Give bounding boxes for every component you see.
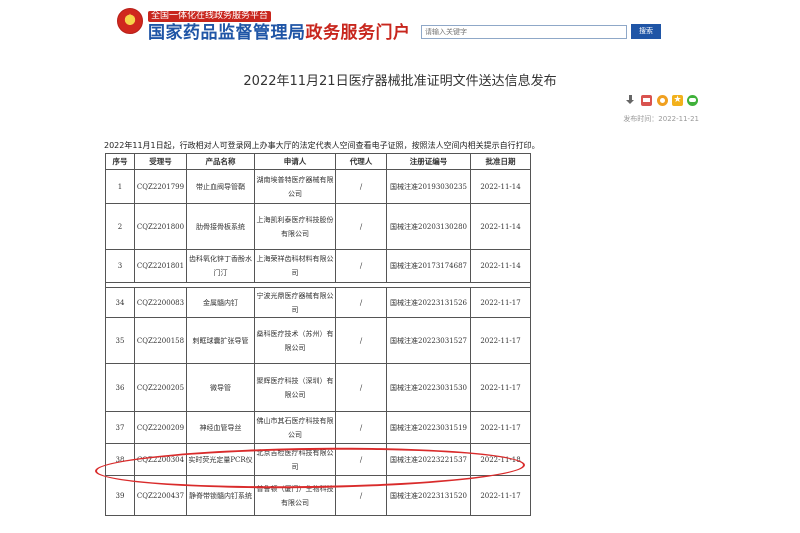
cell-agent: / <box>335 411 387 444</box>
col-header-date: 批准日期 <box>470 153 531 170</box>
col-header-cert: 注册证编号 <box>386 153 471 170</box>
cell-accept: CQZ2201800 <box>134 203 187 250</box>
table-row: 3 CQZ2201801 齿科氧化锌丁香酚水门汀 上海荣祥齿科材料有限公司 / … <box>105 249 531 283</box>
cell-agent: / <box>335 363 387 412</box>
cell-no: 38 <box>105 443 135 476</box>
table-row-highlighted: 38 CQZ2200304 实时荧光定量PCR仪 北京吉检医疗科技有限公司 / … <box>105 443 531 476</box>
cell-cert: 国械注准20223221537 <box>386 443 471 476</box>
table-row: 2 CQZ2201800 肋骨接骨板系统 上海凯利泰医疗科技股份有限公司 / 国… <box>105 203 531 250</box>
table-row: 36 CQZ2200205 微导管 聚辉医疗科技（深圳）有限公司 / 国械注准2… <box>105 363 531 412</box>
search-input[interactable] <box>421 25 627 39</box>
cell-agent: / <box>335 287 387 318</box>
cell-agent: / <box>335 203 387 250</box>
cell-no: 34 <box>105 287 135 318</box>
table-row: 35 CQZ2200158 刺眶球囊扩张导管 燊科医疗技术（苏州）有限公司 / … <box>105 317 531 364</box>
wechat-icon[interactable] <box>687 95 698 106</box>
table-header-row: 序号 受理号 产品名称 申请人 代理人 注册证编号 批准日期 <box>105 153 531 170</box>
cell-applicant: 普鲁顿（厦门）生物科技有限公司 <box>254 475 336 516</box>
cell-no: 35 <box>105 317 135 364</box>
col-header-accept: 受理号 <box>134 153 187 170</box>
cell-accept: CQZ2201801 <box>134 249 187 283</box>
cell-date: 2022-11-14 <box>470 203 531 250</box>
approval-table: 序号 受理号 产品名称 申请人 代理人 注册证编号 批准日期 1 CQZ2201… <box>105 153 531 516</box>
cell-accept: CQZ2200083 <box>134 287 187 318</box>
cell-product: 微导管 <box>186 363 255 412</box>
cell-accept: CQZ2200304 <box>134 443 187 476</box>
cell-cert: 国械注准20223031519 <box>386 411 471 444</box>
cell-accept: CQZ2200205 <box>134 363 187 412</box>
table-row: 34 CQZ2200083 金属髓内钉 宁波光鼎医疗器械有限公司 / 国械注准2… <box>105 287 531 318</box>
cell-applicant: 宁波光鼎医疗器械有限公司 <box>254 287 336 318</box>
cell-applicant: 佛山市其石医疗科技有限公司 <box>254 411 336 444</box>
cell-no: 2 <box>105 203 135 250</box>
portal-title[interactable]: 国家药品监督管理局政务服务门户 <box>148 23 411 43</box>
cell-date: 2022-11-14 <box>470 169 531 204</box>
cell-cert: 国械注准20173174687 <box>386 249 471 283</box>
cell-cert: 国械注准20193030235 <box>386 169 471 204</box>
download-icon[interactable] <box>625 95 636 106</box>
portal-title-blue: 国家药品监督管理局 <box>148 23 306 43</box>
table-row: 39 CQZ2200437 静脊带锁髓内钉系统 普鲁顿（厦门）生物科技有限公司 … <box>105 475 531 516</box>
cell-applicant: 北京吉检医疗科技有限公司 <box>254 443 336 476</box>
cell-accept: CQZ2200209 <box>134 411 187 444</box>
cell-no: 3 <box>105 249 135 283</box>
portal-subtitle: 全国一体化在线政务服务平台 <box>148 11 272 22</box>
col-header-no: 序号 <box>105 153 135 170</box>
cell-product: 刺眶球囊扩张导管 <box>186 317 255 364</box>
col-header-agent: 代理人 <box>335 153 387 170</box>
cell-date: 2022-11-17 <box>470 475 531 516</box>
cell-cert: 国械注准20223131520 <box>386 475 471 516</box>
cell-product: 静脊带锁髓内钉系统 <box>186 475 255 516</box>
cell-agent: / <box>335 249 387 283</box>
cell-agent: / <box>335 169 387 204</box>
col-header-applicant: 申请人 <box>254 153 336 170</box>
article-title: 2022年11月21日医疗器械批准证明文件送达信息发布 <box>243 74 557 89</box>
table-row: 37 CQZ2200209 神经血管导丝 佛山市其石医疗科技有限公司 / 国械注… <box>105 411 531 444</box>
cell-no: 1 <box>105 169 135 204</box>
cell-product: 带止血阀导管鞘 <box>186 169 255 204</box>
cell-accept: CQZ2200437 <box>134 475 187 516</box>
national-emblem-icon[interactable] <box>117 8 143 34</box>
table-row: 1 CQZ2201799 带止血阀导管鞘 湖南埃普特医疗器械有限公司 / 国械注… <box>105 169 531 204</box>
cell-product: 神经血管导丝 <box>186 411 255 444</box>
search-button[interactable]: 搜索 <box>631 24 661 39</box>
cell-cert: 国械注准20223031527 <box>386 317 471 364</box>
cell-cert: 国械注准20223131526 <box>386 287 471 318</box>
cell-no: 36 <box>105 363 135 412</box>
cell-date: 2022-11-17 <box>470 287 531 318</box>
cell-product: 肋骨接骨板系统 <box>186 203 255 250</box>
cell-cert: 国械注准20203130280 <box>386 203 471 250</box>
weibo-icon[interactable] <box>657 95 668 106</box>
cell-applicant: 聚辉医疗科技（深圳）有限公司 <box>254 363 336 412</box>
portal-title-red: 政务服务门户 <box>305 23 411 43</box>
site-header: 全国一体化在线政务服务平台 国家药品监督管理局政务服务门户 搜索 <box>0 0 800 50</box>
cell-product: 实时荧光定量PCR仪 <box>186 443 255 476</box>
cell-applicant: 燊科医疗技术（苏州）有限公司 <box>254 317 336 364</box>
cell-agent: / <box>335 317 387 364</box>
intro-text: 2022年11月1日起，行政相对人可登录网上办事大厅的法定代表人空间查看电子证照… <box>104 141 540 150</box>
cell-agent: / <box>335 443 387 476</box>
cell-applicant: 上海荣祥齿科材料有限公司 <box>254 249 336 283</box>
cell-product: 金属髓内钉 <box>186 287 255 318</box>
cell-product: 齿科氧化锌丁香酚水门汀 <box>186 249 255 283</box>
cell-applicant: 上海凯利泰医疗科技股份有限公司 <box>254 203 336 250</box>
print-icon[interactable] <box>641 95 652 106</box>
cell-date: 2022-11-14 <box>470 249 531 283</box>
cell-no: 39 <box>105 475 135 516</box>
col-header-product: 产品名称 <box>186 153 255 170</box>
cell-date: 2022-11-18 <box>470 443 531 476</box>
cell-accept: CQZ2200158 <box>134 317 187 364</box>
cell-cert: 国械注准20223031530 <box>386 363 471 412</box>
cell-applicant: 湖南埃普特医疗器械有限公司 <box>254 169 336 204</box>
cell-date: 2022-11-17 <box>470 363 531 412</box>
cell-date: 2022-11-17 <box>470 411 531 444</box>
publish-time: 发布时间：2022-11-21 <box>623 115 699 123</box>
cell-no: 37 <box>105 411 135 444</box>
cell-accept: CQZ2201799 <box>134 169 187 204</box>
favorite-icon[interactable]: ★ <box>672 95 683 106</box>
cell-agent: / <box>335 475 387 516</box>
cell-date: 2022-11-17 <box>470 317 531 364</box>
